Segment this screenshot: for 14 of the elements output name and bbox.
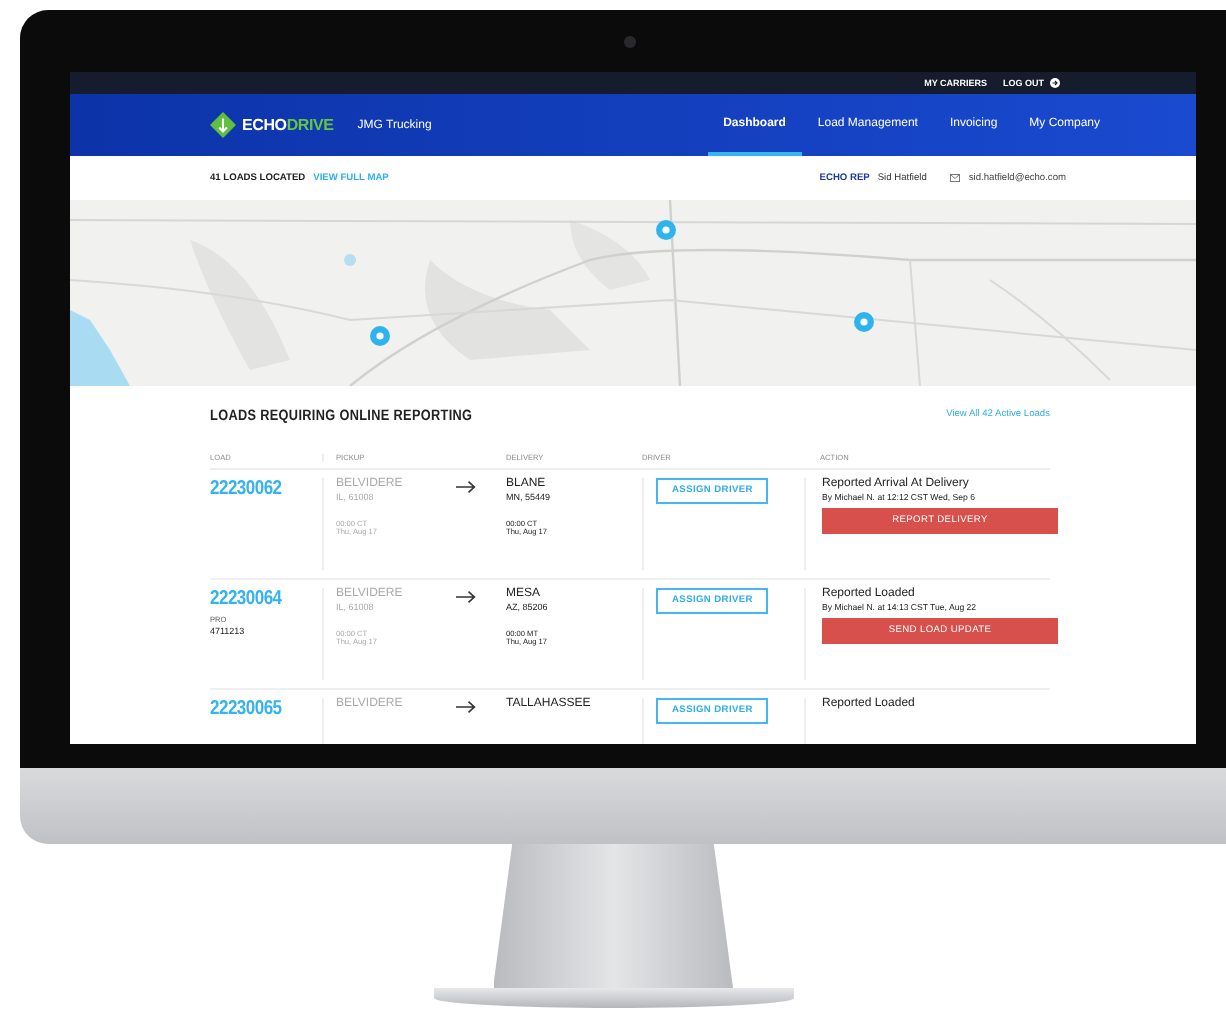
logo-text: ECHODRIVE [242,116,334,134]
load-number-link[interactable]: 22230062 [210,478,282,500]
arrow-icon [456,480,476,494]
load-number-link[interactable]: 22230065 [210,698,282,720]
mail-icon [950,174,961,182]
arrow-icon [456,590,476,604]
load-number-link[interactable]: 22230064 [210,588,282,610]
arrow-icon [456,700,476,714]
map-pin-icon[interactable] [656,220,676,240]
camera-icon [623,35,635,47]
logo-icon [210,112,236,138]
map-pin-icon[interactable] [854,312,874,332]
map-pin-icon[interactable] [370,326,390,346]
logout-icon[interactable] [1050,78,1060,88]
